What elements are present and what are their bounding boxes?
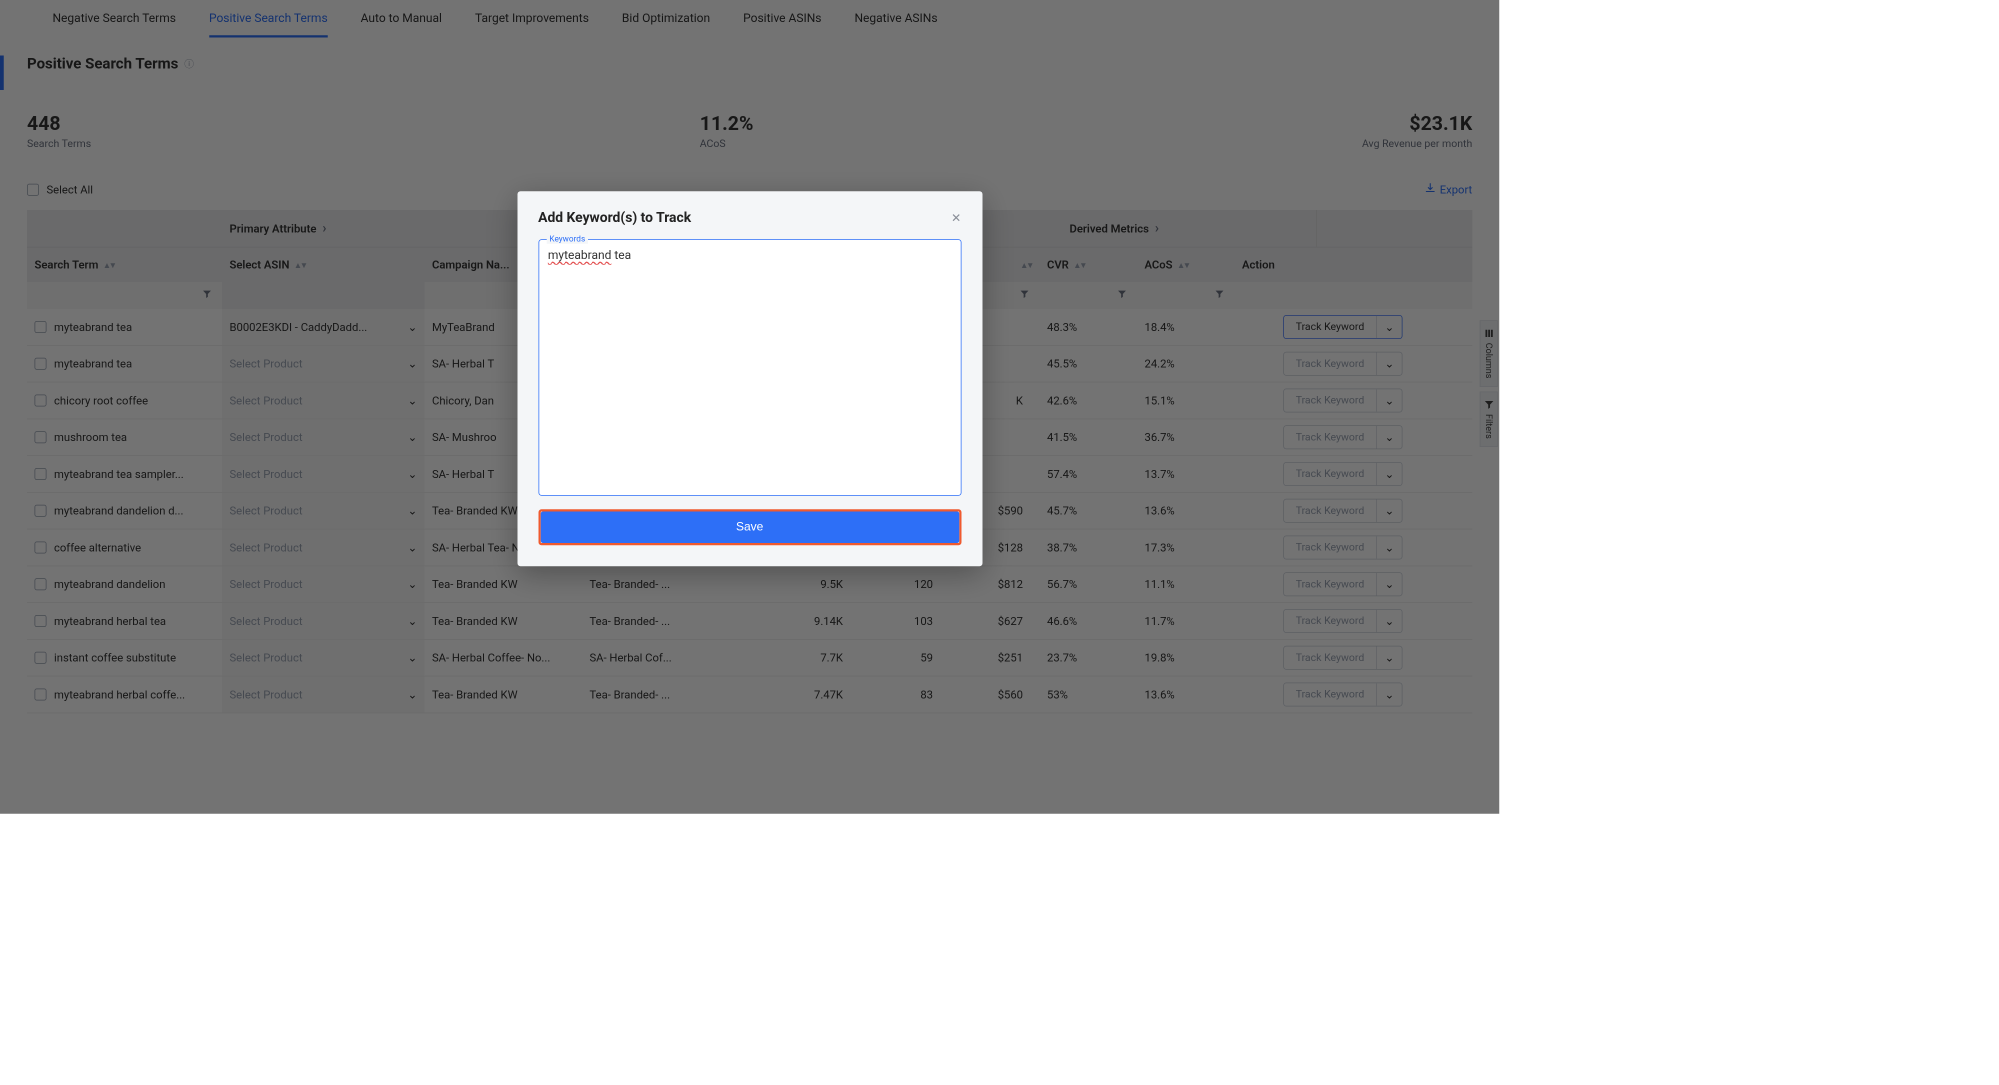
modal-title: Add Keyword(s) to Track [538,209,691,226]
close-icon[interactable]: ✕ [951,210,961,224]
add-keyword-modal: Add Keyword(s) to Track ✕ Keywords mytea… [517,191,982,566]
keywords-value: myteabrand tea [539,240,961,269]
save-highlight: Save [538,509,961,545]
keywords-field-label: Keywords [546,234,588,244]
keywords-textarea[interactable]: Keywords myteabrand tea [538,239,961,496]
save-button[interactable]: Save [540,512,959,544]
